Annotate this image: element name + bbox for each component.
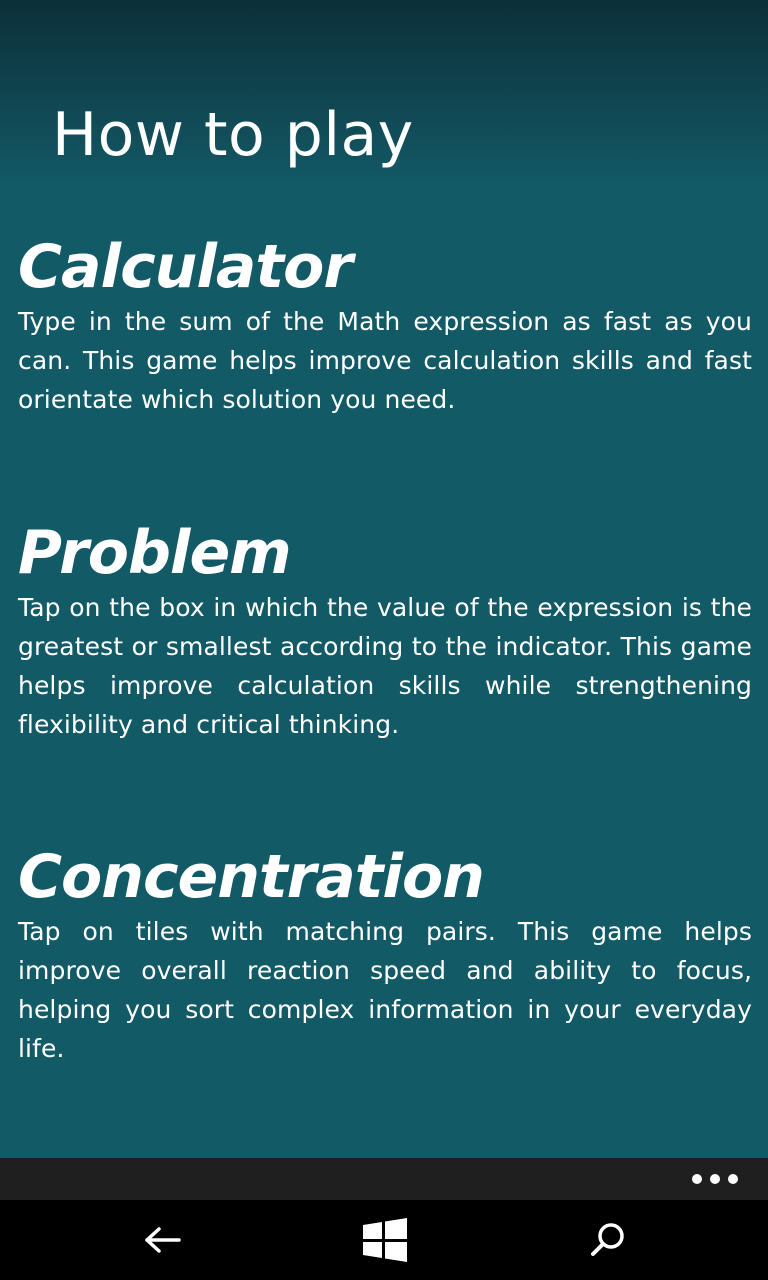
section-body-concentration: Tap on tiles with matching pairs. This g…	[18, 917, 752, 1063]
section-body-calculator: Type in the sum of the Math expression a…	[18, 307, 752, 414]
more-options-button[interactable]	[692, 1166, 738, 1192]
section-problem: Problem Tap on the box in which the valu…	[18, 518, 752, 744]
back-button[interactable]	[133, 1214, 193, 1266]
search-icon	[591, 1223, 624, 1256]
system-navigation-bar	[0, 1200, 768, 1280]
page-title: How to play	[52, 100, 414, 171]
ellipsis-icon	[710, 1174, 720, 1184]
how-to-play-screen: How to play Calculator Type in the sum o…	[0, 0, 768, 1158]
app-bar	[0, 1158, 768, 1200]
section-body-problem: Tap on the box in which the value of the…	[18, 593, 752, 739]
ellipsis-icon	[728, 1174, 738, 1184]
search-button[interactable]	[578, 1214, 638, 1266]
section-heading-problem: Problem	[18, 518, 292, 588]
section-heading-concentration: Concentration	[18, 842, 485, 912]
windows-logo-icon	[363, 1218, 407, 1262]
section-heading-calculator: Calculator	[18, 232, 353, 302]
back-arrow-icon	[145, 1227, 181, 1253]
ellipsis-icon	[692, 1174, 702, 1184]
start-button[interactable]	[355, 1214, 415, 1266]
section-concentration: Concentration Tap on tiles with matching…	[18, 842, 752, 1068]
section-calculator: Calculator Type in the sum of the Math e…	[18, 232, 752, 419]
